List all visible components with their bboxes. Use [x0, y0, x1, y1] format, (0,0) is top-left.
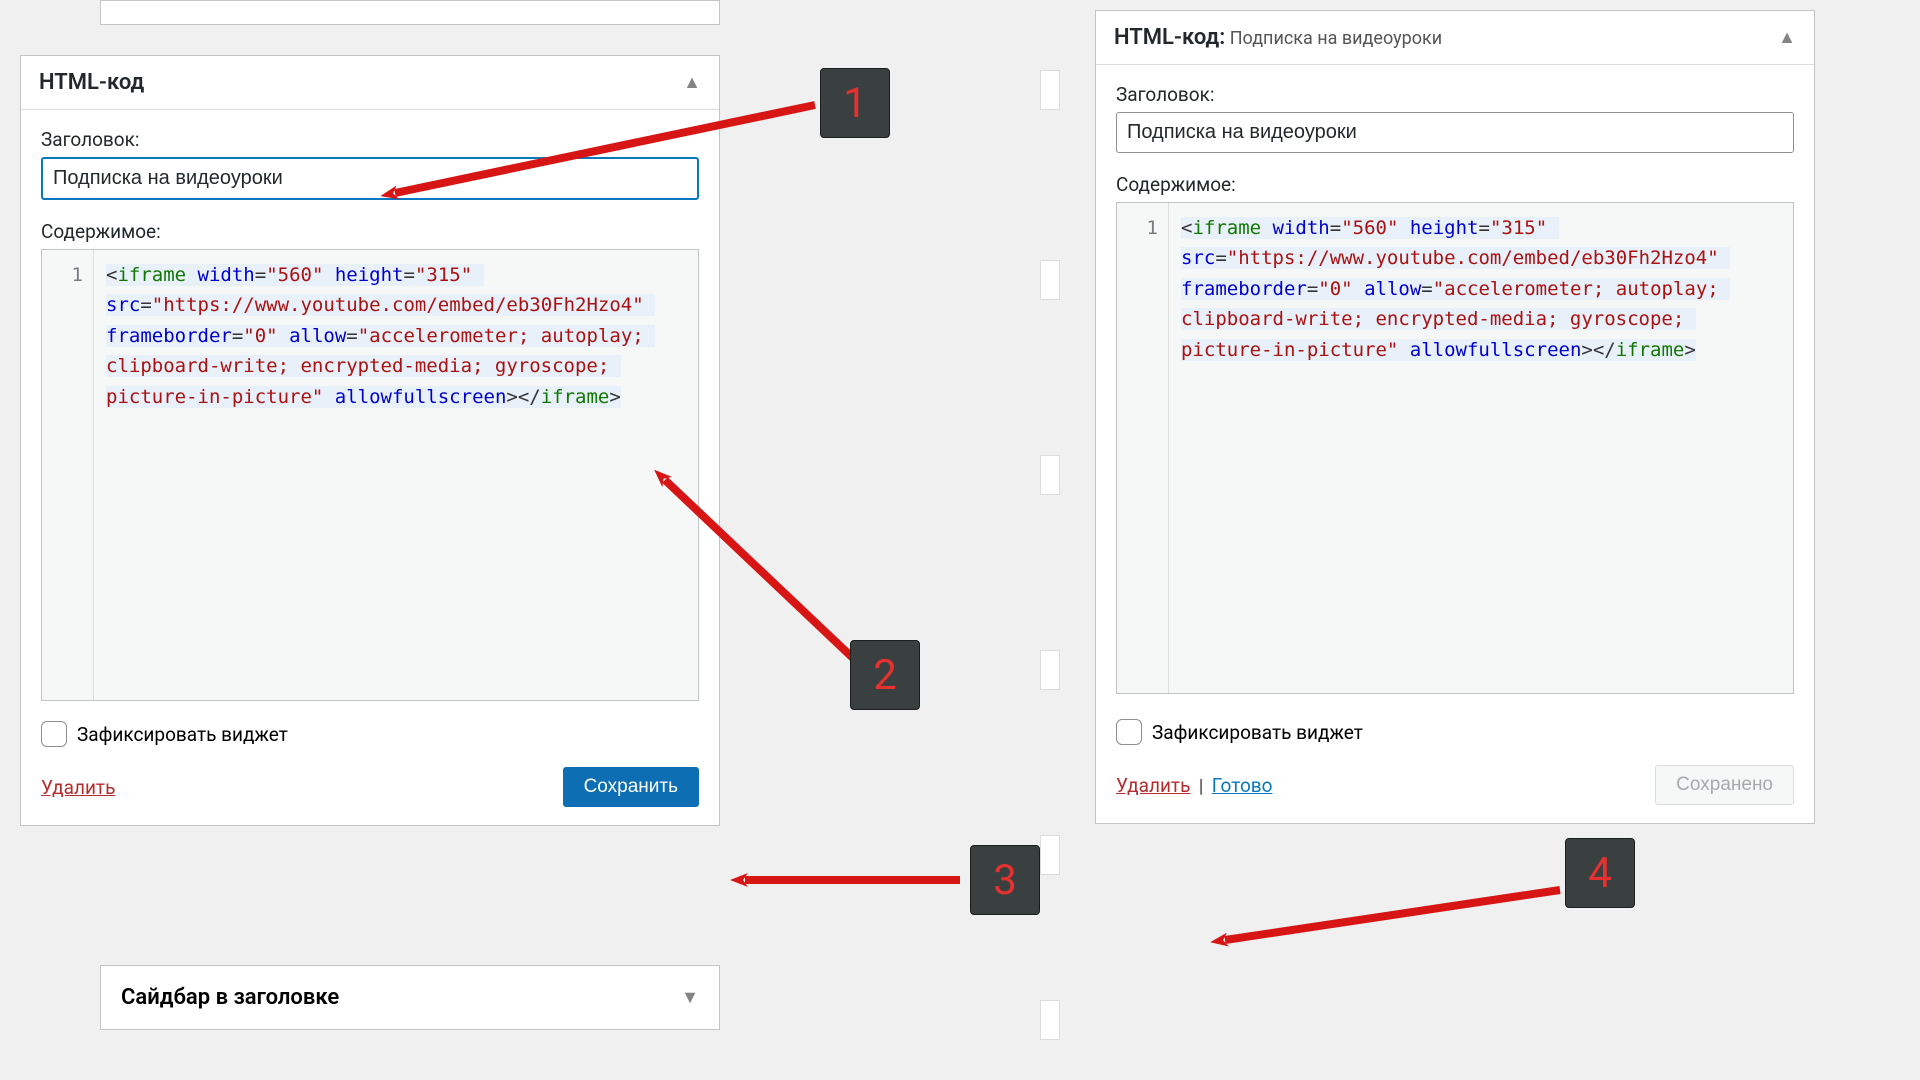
widget-body: Заголовок: Содержимое: 1 <iframe width="…: [1096, 65, 1814, 823]
delete-link[interactable]: Удалить: [41, 776, 115, 799]
html-widget-right: HTML-код: Подписка на видеоуроки ▲ Загол…: [1095, 10, 1815, 824]
title-input[interactable]: [1116, 112, 1794, 153]
fix-widget-checkbox[interactable]: [41, 721, 67, 747]
widget-title-suffix: Подписка на видеоуроки: [1230, 28, 1442, 49]
drag-handle[interactable]: [1040, 455, 1060, 495]
panel-title: Сайдбар в заголовке: [121, 985, 339, 1010]
sidebar-header-panel[interactable]: Сайдбар в заголовке ▼: [100, 965, 720, 1030]
widget-body: Заголовок: Содержимое: 1 <iframe width="…: [21, 110, 719, 825]
title-input[interactable]: [41, 157, 699, 200]
widget-title-prefix: HTML-код:: [1114, 25, 1225, 50]
widget-header[interactable]: HTML-код ▲: [21, 56, 719, 110]
html-widget-left: HTML-код ▲ Заголовок: Содержимое: 1 <ifr…: [20, 55, 720, 826]
title-label: Заголовок:: [41, 128, 699, 151]
code-content[interactable]: <iframe width="560" height="315" src="ht…: [1169, 203, 1793, 693]
widget-title: HTML-код: [39, 70, 144, 95]
pipe-separator: |: [1199, 776, 1203, 797]
drag-handle[interactable]: [1040, 835, 1060, 875]
chevron-up-icon: ▲: [683, 72, 701, 93]
annotation-marker-1: 1: [820, 68, 890, 138]
fix-widget-label: Зафиксировать виджет: [1152, 721, 1363, 744]
chevron-up-icon: ▲: [1778, 27, 1796, 48]
drag-handle[interactable]: [1040, 260, 1060, 300]
fix-widget-checkbox[interactable]: [1116, 719, 1142, 745]
content-label: Содержимое:: [41, 220, 699, 243]
saved-button[interactable]: Сохранено: [1655, 765, 1794, 805]
drag-handle[interactable]: [1040, 70, 1060, 110]
code-content[interactable]: <iframe width="560" height="315" src="ht…: [94, 250, 698, 700]
annotation-marker-3: 3: [970, 845, 1040, 915]
save-button[interactable]: Сохранить: [563, 767, 699, 807]
code-editor[interactable]: 1 <iframe width="560" height="315" src="…: [1116, 202, 1794, 694]
done-link[interactable]: Готово: [1212, 774, 1273, 797]
content-label: Содержимое:: [1116, 173, 1794, 196]
title-label: Заголовок:: [1116, 83, 1794, 106]
fix-widget-label: Зафиксировать виджет: [77, 723, 288, 746]
delete-link[interactable]: Удалить: [1116, 774, 1190, 797]
widget-header[interactable]: HTML-код: Подписка на видеоуроки ▲: [1096, 11, 1814, 65]
annotation-marker-4: 4: [1565, 838, 1635, 908]
drag-handle[interactable]: [1040, 1000, 1060, 1040]
code-editor[interactable]: 1 <iframe width="560" height="315" src="…: [41, 249, 699, 701]
drag-handle[interactable]: [1040, 650, 1060, 690]
chevron-down-icon: ▼: [681, 987, 699, 1008]
code-gutter: 1: [1117, 203, 1169, 693]
panel-stub-top: [100, 0, 720, 25]
code-gutter: 1: [42, 250, 94, 700]
annotation-marker-2: 2: [850, 640, 920, 710]
